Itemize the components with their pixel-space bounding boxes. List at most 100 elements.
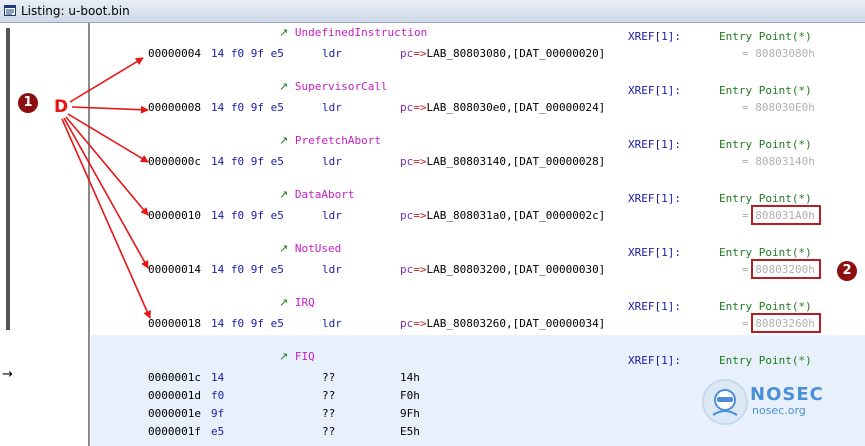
xref-entry-point[interactable]: Entry Point(*) xyxy=(719,84,812,98)
instruction-bytes: 14 f0 9f e5 xyxy=(211,209,284,222)
instruction-address[interactable]: 00000010 xyxy=(148,209,201,223)
data-value[interactable]: F0h xyxy=(400,389,420,403)
data-value[interactable]: 14h xyxy=(400,371,420,385)
label-arrow-icon: ↗ xyxy=(279,296,289,309)
xref-entry-point[interactable]: Entry Point(*) xyxy=(719,192,812,206)
resolved-value: = 80803080h xyxy=(742,47,815,60)
function-label[interactable]: UndefinedInstruction xyxy=(295,26,427,39)
operand-register: pc xyxy=(400,209,414,222)
label-arrow-icon: ↗ xyxy=(279,80,289,93)
xref-label[interactable]: XREF[1]: xyxy=(628,246,681,260)
data-mnemonic[interactable]: ?? xyxy=(322,389,335,403)
operand-arrow: => xyxy=(413,209,427,222)
instruction-address[interactable]: 00000018 xyxy=(148,317,201,331)
instruction-mnemonic[interactable]: ldr xyxy=(322,263,342,277)
operand-register: pc xyxy=(400,101,414,114)
label-line[interactable]: ↗ UndefinedInstruction xyxy=(279,26,427,40)
label-arrow-icon: ↗ xyxy=(279,134,289,147)
data-byte: e5 xyxy=(211,425,225,438)
instruction-bytes: 14 f0 9f e5 xyxy=(211,317,284,330)
function-label[interactable]: IRQ xyxy=(295,296,315,309)
label-line[interactable]: ↗ NotUsed xyxy=(279,242,341,256)
label-line[interactable]: ↗ DataAbort xyxy=(279,188,354,202)
label-arrow-icon: ↗ xyxy=(279,350,289,363)
highlight-box xyxy=(751,313,821,333)
xref-entry-point[interactable]: Entry Point(*) xyxy=(719,354,812,368)
instruction-address[interactable]: 0000000c xyxy=(148,155,201,169)
instruction-address[interactable]: 00000004 xyxy=(148,47,201,61)
xref-entry-point[interactable]: Entry Point(*) xyxy=(719,30,812,44)
function-label[interactable]: SupervisorCall xyxy=(295,80,388,93)
function-label[interactable]: PrefetchAbort xyxy=(295,134,381,147)
instruction-mnemonic[interactable]: ldr xyxy=(322,101,342,115)
xref-label[interactable]: XREF[1]: xyxy=(628,30,681,44)
xref-label[interactable]: XREF[1]: xyxy=(628,192,681,206)
data-mnemonic[interactable]: ?? xyxy=(322,371,335,385)
nosec-mascot-icon xyxy=(702,379,748,425)
label-line[interactable]: ↗ FIQ xyxy=(279,350,315,364)
operand-reference[interactable]: LAB_80803080,[DAT_00000020] xyxy=(427,47,606,60)
instruction-operands[interactable]: pc=>LAB_808030e0,[DAT_00000024] xyxy=(400,101,605,115)
xref-label[interactable]: XREF[1]: xyxy=(628,354,681,368)
instruction-mnemonic[interactable]: ldr xyxy=(322,317,342,331)
logo-name: NOSEC xyxy=(750,384,824,405)
instruction-address[interactable]: 00000014 xyxy=(148,263,201,277)
instruction-operands[interactable]: pc=>LAB_80803260,[DAT_00000034] xyxy=(400,317,605,331)
operand-reference[interactable]: LAB_80803140,[DAT_00000028] xyxy=(427,155,606,168)
operand-reference[interactable]: LAB_80803200,[DAT_00000030] xyxy=(427,263,606,276)
operand-register: pc xyxy=(400,155,414,168)
instruction-address[interactable]: 00000008 xyxy=(148,101,201,115)
function-label[interactable]: NotUsed xyxy=(295,242,341,255)
resolved-value: = 80803140h xyxy=(742,155,815,168)
operand-reference[interactable]: LAB_808031a0,[DAT_0000002c] xyxy=(427,209,606,222)
data-value[interactable]: E5h xyxy=(400,425,420,439)
data-value[interactable]: 9Fh xyxy=(400,407,420,421)
operand-register: pc xyxy=(400,263,414,276)
instruction-bytes: 14 f0 9f e5 xyxy=(211,155,284,168)
instruction-operands[interactable]: pc=>LAB_80803080,[DAT_00000020] xyxy=(400,47,605,61)
instruction-bytes: 14 f0 9f e5 xyxy=(211,263,284,276)
operand-register: pc xyxy=(400,47,414,60)
highlight-box xyxy=(751,259,821,279)
instruction-operands[interactable]: pc=>LAB_80803140,[DAT_00000028] xyxy=(400,155,605,169)
annotation-badge-1: 1 xyxy=(18,93,38,113)
data-address[interactable]: 0000001d xyxy=(148,389,201,403)
operand-register: pc xyxy=(400,317,414,330)
xref-entry-point[interactable]: Entry Point(*) xyxy=(719,138,812,152)
xref-label[interactable]: XREF[1]: xyxy=(628,300,681,314)
resolved-value: = 808030E0h xyxy=(742,101,815,114)
xref-entry-point[interactable]: Entry Point(*) xyxy=(719,246,812,260)
instruction-operands[interactable]: pc=>LAB_808031a0,[DAT_0000002c] xyxy=(400,209,605,223)
instruction-mnemonic[interactable]: ldr xyxy=(322,47,342,61)
listing-window-icon xyxy=(4,5,16,16)
data-address[interactable]: 0000001c xyxy=(148,371,201,385)
listing-margin[interactable]: → xyxy=(0,23,90,446)
data-mnemonic[interactable]: ?? xyxy=(322,407,335,421)
instruction-mnemonic[interactable]: ldr xyxy=(322,209,342,223)
data-byte: f0 xyxy=(211,389,225,402)
label-line[interactable]: ↗ PrefetchAbort xyxy=(279,134,381,148)
label-line[interactable]: ↗ IRQ xyxy=(279,296,315,310)
label-arrow-icon: ↗ xyxy=(279,242,289,255)
instruction-mnemonic[interactable]: ldr xyxy=(322,155,342,169)
operand-reference[interactable]: LAB_808030e0,[DAT_00000024] xyxy=(427,101,606,114)
instruction-bytes: 14 f0 9f e5 xyxy=(211,101,284,114)
operand-arrow: => xyxy=(413,155,427,168)
data-address[interactable]: 0000001f xyxy=(148,425,201,439)
operand-arrow: => xyxy=(413,263,427,276)
operand-arrow: => xyxy=(413,47,427,60)
label-arrow-icon: ↗ xyxy=(279,26,289,39)
data-mnemonic[interactable]: ?? xyxy=(322,425,335,439)
xref-label[interactable]: XREF[1]: xyxy=(628,138,681,152)
highlight-box xyxy=(751,205,821,225)
xref-label[interactable]: XREF[1]: xyxy=(628,84,681,98)
data-address[interactable]: 0000001e xyxy=(148,407,201,421)
label-line[interactable]: ↗ SupervisorCall xyxy=(279,80,388,94)
xref-entry-point[interactable]: Entry Point(*) xyxy=(719,300,812,314)
function-label[interactable]: DataAbort xyxy=(295,188,355,201)
operand-reference[interactable]: LAB_80803260,[DAT_00000034] xyxy=(427,317,606,330)
instruction-operands[interactable]: pc=>LAB_80803200,[DAT_00000030] xyxy=(400,263,605,277)
operand-arrow: => xyxy=(413,101,427,114)
margin-separator xyxy=(88,23,90,446)
function-label[interactable]: FIQ xyxy=(295,350,315,363)
